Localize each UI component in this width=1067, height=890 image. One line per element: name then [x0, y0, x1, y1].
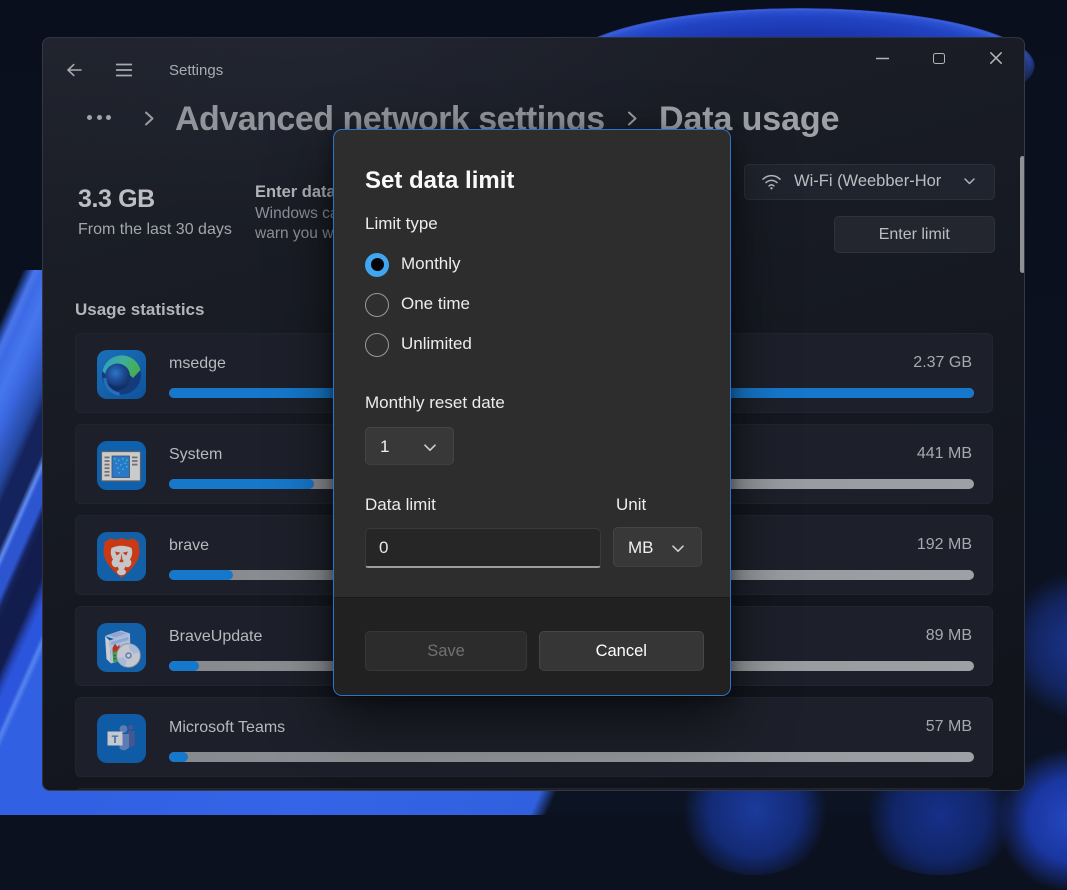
svg-text:T: T: [112, 734, 119, 746]
